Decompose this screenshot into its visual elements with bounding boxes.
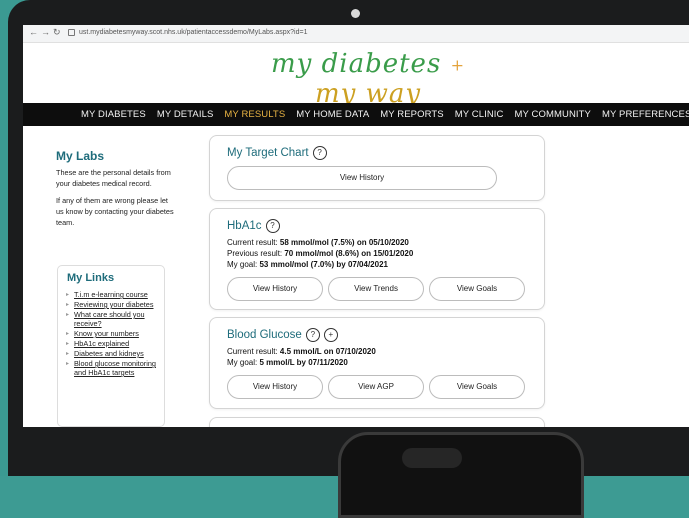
back-arrow-icon[interactable]: ← — [29, 27, 38, 37]
my-link-item[interactable]: ▸ T.i.m e-learning course — [66, 290, 162, 299]
sidebar: My Labs These are the personal details f… — [56, 149, 176, 234]
nav-item-my-diabetes[interactable]: MY DIABETES — [81, 103, 146, 126]
link-bullet-icon: ▸ — [66, 361, 70, 367]
link-bullet-icon: ▸ — [66, 341, 70, 347]
hba1c-previous: Previous result: 70 mmol/mol (8.6%) on 1… — [227, 248, 413, 259]
link-bullet-icon: ▸ — [66, 302, 70, 308]
camera-icon — [351, 9, 360, 18]
phone-speaker — [402, 448, 462, 468]
link-bullet-icon: ▸ — [66, 312, 70, 318]
hba1c-goal-label: My goal: — [227, 260, 260, 269]
reload-icon[interactable]: ↻ — [53, 27, 61, 38]
nav-item-my-home-data[interactable]: MY HOME DATA — [296, 103, 369, 126]
hba1c-view-goals-button[interactable]: View Goals — [429, 277, 525, 301]
hba1c-goal-value: 53 mmol/mol (7.0%) by 07/04/2021 — [259, 260, 388, 269]
glucose-goal-label: My goal: — [227, 358, 260, 367]
forward-arrow-icon[interactable]: → — [41, 27, 50, 37]
lock-icon — [68, 28, 75, 36]
my-link-item[interactable]: ▸ HbA1c explained — [66, 339, 162, 348]
my-link-label: Diabetes and kidneys — [74, 349, 144, 358]
sidebar-text-1: These are the personal details from your… — [56, 168, 171, 188]
nav-item-my-results[interactable]: MY RESULTS — [224, 103, 285, 126]
my-link-label: Reviewing your diabetes — [74, 300, 154, 309]
glucose-current: Current result: 4.5 mmol/L on 07/10/2020 — [227, 346, 376, 357]
glucose-goal: My goal: 5 mmol/L by 07/11/2020 — [227, 357, 348, 368]
my-links-title: My Links — [67, 272, 115, 284]
my-link-label: T.i.m e-learning course — [74, 290, 148, 299]
help-icon[interactable]: ? — [305, 328, 320, 342]
site-logo[interactable]: my diabetes + my way — [248, 49, 488, 109]
phone-frame — [338, 432, 584, 518]
add-icon[interactable]: + — [323, 328, 338, 342]
nav-item-my-details[interactable]: MY DETAILS — [157, 103, 214, 126]
hba1c-title: HbA1c? — [227, 219, 280, 233]
help-icon[interactable]: ? — [265, 219, 280, 233]
hba1c-goal: My goal: 53 mmol/mol (7.0%) by 07/04/202… — [227, 259, 388, 270]
my-link-item[interactable]: ▸ Blood glucose monitoring and HbA1c targ… — [66, 359, 162, 377]
browser-toolbar: ← → ↻ ust.mydiabetesmyway.scot.nhs.uk/pa… — [23, 25, 689, 43]
hba1c-previous-value: 70 mmol/mol (8.6%) on 15/01/2020 — [284, 249, 414, 258]
hba1c-view-history-button[interactable]: View History — [227, 277, 323, 301]
my-links-list: ▸ T.i.m e-learning course ▸ Reviewing your … — [66, 290, 162, 378]
hba1c-current: Current result: 58 mmol/mol (7.5%) on 05… — [227, 237, 409, 248]
blood-glucose-title: Blood Glucose? + — [227, 328, 338, 342]
blood-glucose-title-text: Blood Glucose — [227, 329, 302, 342]
main-navigation: MY DIABETES MY DETAILS MY RESULTS MY HOME D… — [23, 103, 689, 126]
browser-screen: ← → ↻ ust.mydiabetesmyway.scot.nhs.uk/pa… — [23, 25, 689, 427]
my-link-item[interactable]: ▸ What care should you receive? — [66, 310, 162, 328]
my-link-item[interactable]: ▸ Know your numbers — [66, 329, 162, 338]
hba1c-card: HbA1c? Current result: 58 mmol/mol (7.5%… — [209, 208, 545, 310]
hba1c-view-trends-button[interactable]: View Trends — [328, 277, 424, 301]
hba1c-current-value: 58 mmol/mol (7.5%) on 05/10/2020 — [279, 238, 409, 247]
glucose-view-history-button[interactable]: View History — [227, 375, 323, 399]
glucose-goal-value: 5 mmol/L by 07/11/2020 — [259, 358, 348, 367]
hba1c-title-text: HbA1c — [227, 220, 262, 233]
glucose-current-label: Current result: — [227, 347, 280, 356]
link-bullet-icon: ▸ — [66, 331, 70, 337]
glucose-view-agp-button[interactable]: View AGP — [328, 375, 424, 399]
url-text: ust.mydiabetesmyway.scot.nhs.uk/patienta… — [79, 29, 308, 36]
my-link-label: Blood glucose monitoring and HbA1c targe… — [74, 359, 156, 377]
blood-glucose-card: Blood Glucose? + Current result: 4.5 mmol… — [209, 317, 545, 409]
hba1c-previous-label: Previous result: — [227, 249, 285, 258]
target-chart-view-history-button[interactable]: View History — [227, 166, 497, 190]
nav-item-my-reports[interactable]: MY REPORTS — [380, 103, 443, 126]
my-link-item[interactable]: ▸ Reviewing your diabetes — [66, 300, 162, 309]
my-link-label: What care should you receive? — [74, 310, 145, 328]
hba1c-current-label: Current result: — [227, 238, 280, 247]
target-chart-title: My Target Chart? — [227, 146, 327, 160]
nav-list: MY DIABETES MY DETAILS MY RESULTS MY HOME D… — [81, 103, 689, 126]
nav-item-my-clinic[interactable]: MY CLINIC — [455, 103, 504, 126]
my-link-label: HbA1c explained — [74, 339, 130, 348]
sidebar-title: My Labs — [56, 149, 105, 163]
target-chart-card: My Target Chart? View History — [209, 135, 545, 201]
glucose-view-goals-button[interactable]: View Goals — [429, 375, 525, 399]
glucose-current-value: 4.5 mmol/L on 07/10/2020 — [279, 347, 376, 356]
logo-plus: + — [450, 55, 465, 75]
link-bullet-icon: ▸ — [66, 351, 70, 357]
address-bar[interactable]: ust.mydiabetesmyway.scot.nhs.uk/patienta… — [68, 27, 668, 39]
my-link-label: Know your numbers — [74, 329, 139, 338]
nav-item-my-preferences[interactable]: MY PREFERENCES — [602, 103, 689, 126]
my-link-item[interactable]: ▸ Diabetes and kidneys — [66, 349, 162, 358]
sidebar-text-2: If any of them are wrong please let us k… — [56, 196, 174, 227]
my-links-box: My Links ▸ T.i.m e-learning course ▸ Review… — [57, 265, 165, 427]
logo-part1: my diabetes — [271, 49, 442, 79]
next-card-partial — [209, 417, 545, 427]
link-bullet-icon: ▸ — [66, 292, 70, 298]
help-icon[interactable]: ? — [312, 146, 327, 160]
target-chart-title-text: My Target Chart — [227, 147, 309, 160]
nav-item-my-community[interactable]: MY COMMUNITY — [515, 103, 592, 126]
